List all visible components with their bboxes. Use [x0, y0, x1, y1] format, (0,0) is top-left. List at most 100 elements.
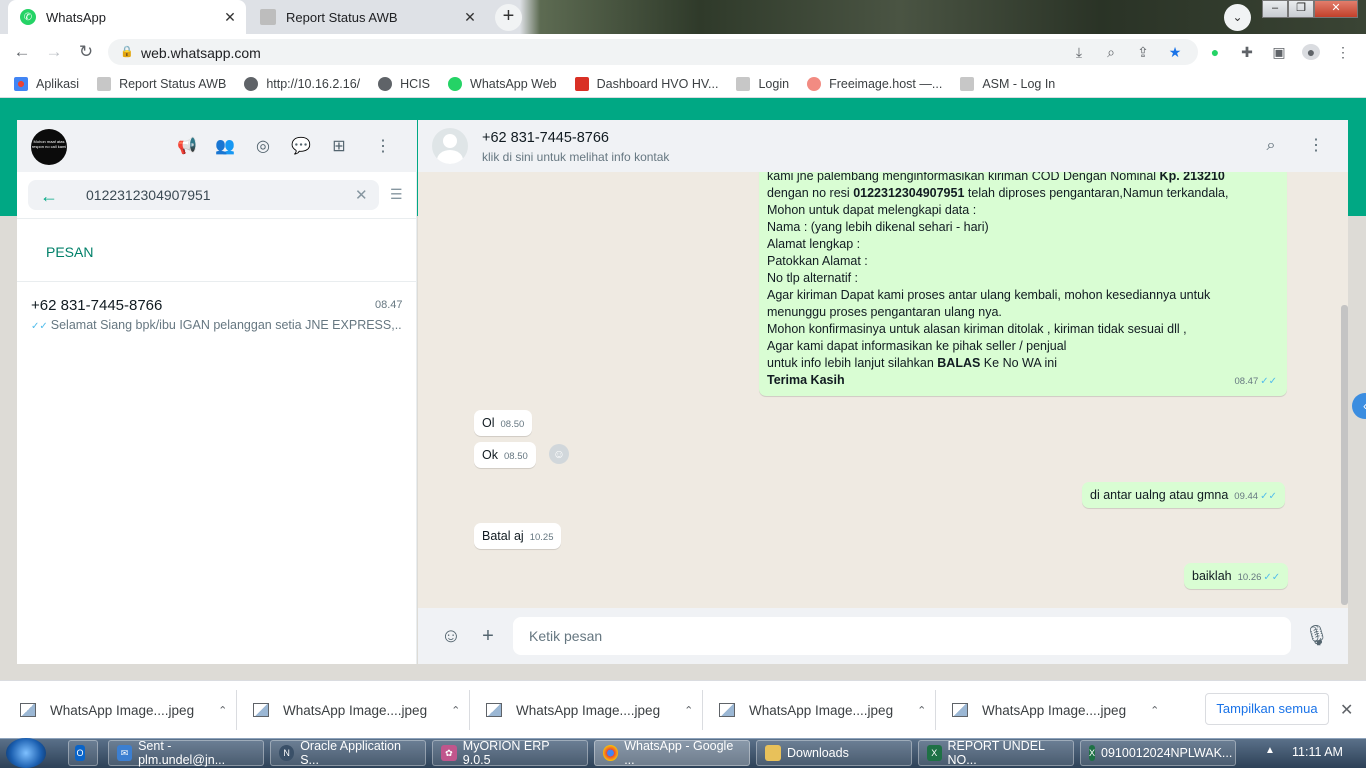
taskbar-item[interactable]: X REPORT UNDEL NO... [918, 739, 1074, 767]
communities-megaphone-icon[interactable]: 📢 [176, 136, 198, 158]
new-chat-icon[interactable]: ⊞ [328, 136, 350, 158]
bookmarks-bar: Aplikasi Report Status AWB http://10.16.… [0, 70, 1366, 98]
channels-icon[interactable]: 💬 [290, 136, 312, 158]
start-button[interactable] [6, 738, 46, 768]
menu-icon[interactable]: ⋮ [1305, 135, 1327, 157]
image-file-icon [253, 703, 269, 717]
download-item[interactable]: WhatsApp Image....jpeg ⌃ [952, 695, 1159, 725]
profile-icon[interactable]: ● [1302, 44, 1320, 60]
taskbar-item[interactable]: ✿ MyORION ERP 9.0.5 [432, 739, 588, 767]
bookmark-ip[interactable]: http://10.16.2.16/ [244, 76, 360, 91]
close-tab-icon[interactable]: ✕ [222, 9, 238, 25]
clock[interactable]: 11:11 AM [1292, 745, 1343, 759]
message-bubble-in[interactable]: Ok 08.50 [474, 442, 536, 468]
bookmark-star-icon[interactable]: ★ [1166, 44, 1184, 60]
page-icon [260, 9, 276, 25]
tab-report-status[interactable]: Report Status AWB ✕ [248, 0, 486, 34]
menu-icon[interactable]: ⋮ [1334, 44, 1352, 60]
taskbar-item[interactable]: X 0910012024NPLWAK... [1080, 740, 1236, 766]
outlook-pinned[interactable]: O [68, 740, 98, 766]
lock-icon[interactable]: 🔒 [120, 45, 134, 58]
tab-search-button[interactable]: ⌄ [1224, 4, 1251, 31]
tray-expand-icon[interactable]: ▲ [1265, 745, 1275, 756]
emoji-icon[interactable]: ☺ [439, 624, 463, 648]
url-text[interactable]: web.whatsapp.com [141, 45, 261, 61]
chevron-up-icon: ⌃ [684, 704, 694, 717]
window-controls: – ❐ ✕ [1262, 0, 1358, 18]
my-avatar[interactable]: Mohon maaf atas respon no call kami [31, 129, 67, 165]
page-icon [97, 76, 112, 91]
chevron-up-icon: ⌃ [218, 704, 228, 717]
chevron-up-icon: ⌃ [1150, 704, 1160, 717]
contact-name[interactable]: +62 831-7445-8766 [482, 130, 609, 146]
bookmark-aplikasi[interactable]: Aplikasi [14, 76, 79, 91]
react-emoji-icon[interactable]: ☺ [549, 444, 569, 464]
tab-whatsapp[interactable]: ✆ WhatsApp ✕ [8, 0, 246, 34]
message-input[interactable] [513, 617, 1291, 655]
message-bubble-in[interactable]: Batal aj 10.25 [474, 523, 562, 549]
close-downloads-icon[interactable]: ✕ [1340, 700, 1353, 720]
show-all-downloads-button[interactable]: Tampilkan semua [1205, 693, 1329, 725]
divider [17, 218, 417, 219]
freeimage-icon [807, 76, 822, 91]
conversation-header[interactable] [418, 120, 1348, 172]
download-item[interactable]: WhatsApp Image....jpeg ⌃ [20, 695, 227, 725]
download-item[interactable]: WhatsApp Image....jpeg ⌃ [719, 695, 926, 725]
divider [236, 690, 237, 730]
microphone-icon[interactable]: 🎙 [1304, 624, 1329, 648]
chevron-up-icon: ⌃ [917, 704, 927, 717]
bookmark-asm[interactable]: ASM - Log In [960, 76, 1055, 91]
search-icon[interactable]: ⌕ [1260, 135, 1282, 157]
taskbar-item[interactable]: N Oracle Application S... [270, 739, 426, 767]
result-preview: ✓✓ Selamat Siang bpk/ibu IGAN pelanggan s… [31, 318, 401, 332]
message-scrollbar[interactable] [1341, 305, 1348, 605]
address-bar[interactable] [108, 39, 1198, 65]
bookmark-login[interactable]: Login [736, 76, 789, 91]
bookmark-whatsapp-web[interactable]: WhatsApp Web [448, 76, 557, 91]
contact-avatar[interactable] [432, 128, 468, 164]
reload-icon[interactable]: ↻ [76, 42, 96, 62]
taskbar-item-active[interactable]: WhatsApp - Google ... [594, 739, 750, 767]
bookmark-freeimage[interactable]: Freeimage.host —... [807, 76, 942, 91]
bookmark-dashboard[interactable]: Dashboard HVO HV... [574, 76, 718, 91]
message-bubble-out[interactable]: kami jne palembang menginformasikan kiri… [759, 172, 1287, 396]
bookmark-hcis[interactable]: HCIS [378, 76, 430, 91]
divider [702, 690, 703, 730]
filter-icon[interactable]: ☰ [390, 186, 403, 203]
message-bubble-out[interactable]: di antar ualng atau gmna 09.44 ✓✓ [1082, 482, 1285, 508]
image-file-icon [486, 703, 502, 717]
new-tab-button[interactable]: + [495, 4, 522, 31]
download-item[interactable]: WhatsApp Image....jpeg ⌃ [253, 695, 460, 725]
page-icon [736, 76, 751, 91]
taskbar-item[interactable]: ✉ Sent - plm.undel@jn... [108, 739, 264, 767]
tab-title: Report Status AWB [286, 9, 398, 25]
close-tab-icon[interactable]: ✕ [462, 9, 478, 25]
maximize-button[interactable]: ❐ [1288, 0, 1314, 18]
attach-plus-icon[interactable]: + [476, 624, 500, 648]
minimize-button[interactable]: – [1262, 0, 1288, 18]
search-value[interactable]: 0122312304907951 [86, 187, 211, 203]
message-bubble-in[interactable]: Ol 08.50 [474, 410, 533, 436]
extensions-icon[interactable]: ✚ [1238, 44, 1256, 60]
clear-search-icon[interactable]: ✕ [355, 186, 368, 204]
forward-icon[interactable]: → [44, 42, 64, 62]
outlook-icon: ✉ [117, 745, 133, 761]
zoom-icon[interactable]: ⌕ [1102, 44, 1120, 60]
contact-info-hint[interactable]: klik di sini untuk melihat info kontak [482, 150, 669, 164]
menu-icon[interactable]: ⋮ [372, 136, 394, 158]
install-icon[interactable]: ⤓ [1070, 44, 1088, 60]
message-bubble-out[interactable]: baiklah 10.26 ✓✓ [1184, 563, 1289, 589]
side-panel-icon[interactable]: ▣ [1270, 44, 1288, 60]
download-item[interactable]: WhatsApp Image....jpeg ⌃ [486, 695, 693, 725]
bookmark-report-status[interactable]: Report Status AWB [97, 76, 226, 91]
back-icon[interactable]: ← [12, 42, 32, 62]
share-icon[interactable]: ⇪ [1134, 44, 1152, 60]
back-arrow-icon[interactable]: ← [40, 186, 58, 207]
apps-grid-icon [14, 76, 28, 91]
close-window-button[interactable]: ✕ [1314, 0, 1358, 18]
whatsapp-extension-icon[interactable]: ● [1206, 44, 1224, 60]
chevron-up-icon: ⌃ [451, 704, 461, 717]
groups-icon[interactable]: 👥 [214, 136, 236, 158]
status-icon[interactable]: ◎ [252, 136, 274, 158]
taskbar-item[interactable]: Downloads [756, 740, 912, 766]
